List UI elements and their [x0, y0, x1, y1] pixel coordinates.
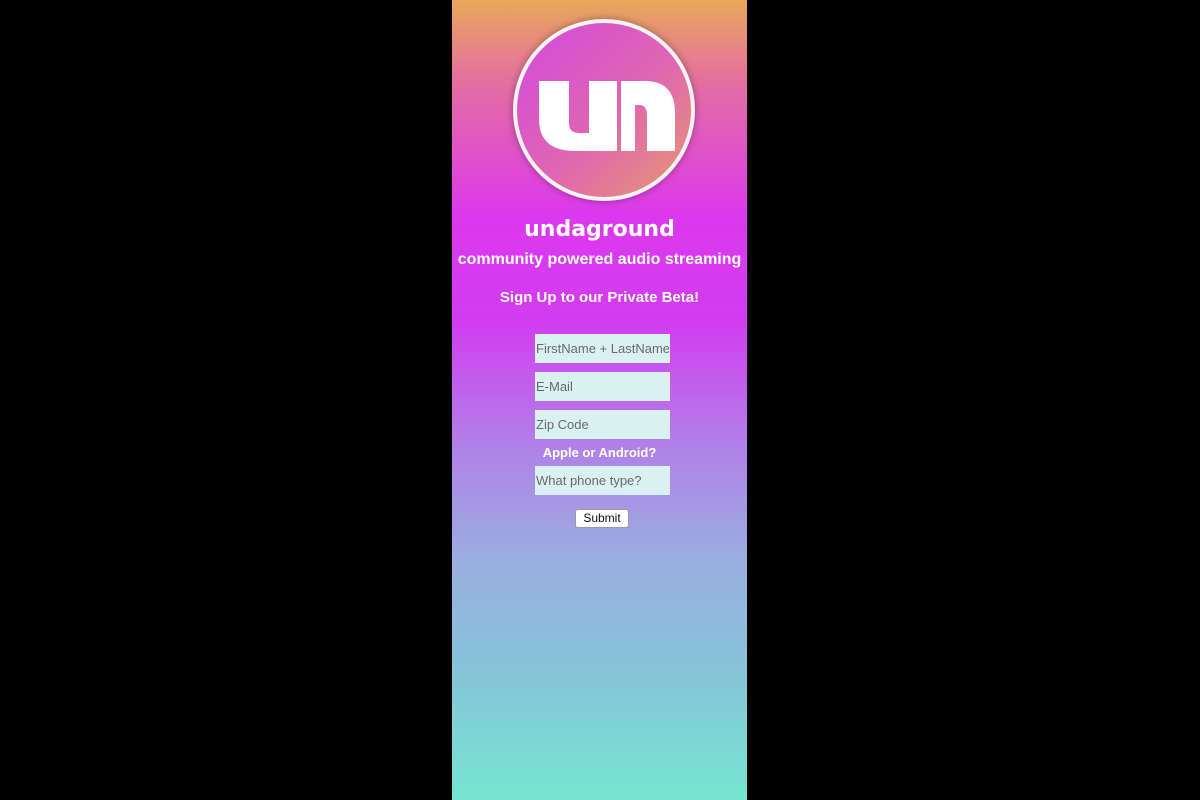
phone-type-label: Apple or Android? — [542, 445, 657, 460]
page-background: undaground community powered audio strea… — [0, 0, 1200, 800]
brand-tagline: community powered audio streaming — [457, 251, 742, 268]
logo-u-shape — [539, 81, 617, 151]
brand-name: undaground — [524, 217, 675, 242]
signup-page: undaground community powered audio strea… — [452, 0, 747, 800]
name-field[interactable] — [535, 334, 670, 363]
un-logo-mark — [539, 81, 675, 151]
email-field[interactable] — [535, 372, 670, 401]
phone-type-field[interactable] — [535, 466, 670, 495]
logo-n-shape — [621, 81, 675, 151]
undaground-logo-icon — [513, 19, 695, 201]
submit-button[interactable]: Submit — [575, 509, 629, 528]
signup-heading: Sign Up to our Private Beta! — [499, 289, 700, 306]
zip-code-field[interactable] — [535, 410, 670, 439]
